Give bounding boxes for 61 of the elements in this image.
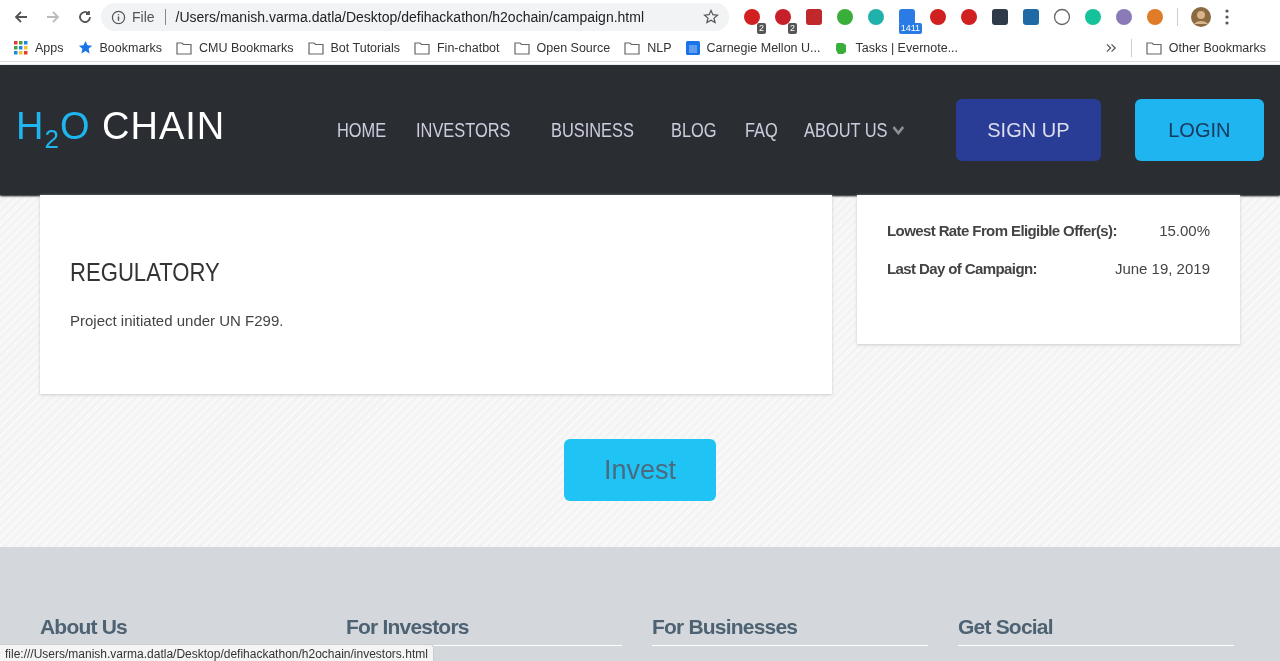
extension-icon[interactable] [1022, 8, 1040, 26]
star-icon[interactable] [703, 9, 719, 25]
menu-icon[interactable] [1224, 8, 1230, 26]
back-icon[interactable] [13, 9, 29, 25]
badge: 2 [757, 23, 766, 34]
bookmark[interactable]: Fin-chatbot [414, 40, 500, 55]
avatar[interactable] [1191, 7, 1211, 27]
extension-icon[interactable] [991, 8, 1009, 26]
nav-link[interactable]: ABOUT US [804, 118, 905, 142]
bookmark[interactable]: Carnegie Mellon U... [685, 40, 821, 55]
info-icon [111, 9, 126, 25]
extension-icon[interactable] [1053, 8, 1071, 26]
folder-icon [176, 40, 193, 55]
bookmark[interactable]: Tasks | Evernote... [834, 40, 959, 55]
sign-up-button[interactable]: SIGN UP [956, 99, 1101, 161]
chevron-icon[interactable] [1105, 42, 1117, 53]
detail-value: 15.00% [1159, 222, 1210, 241]
star-icon [77, 40, 93, 55]
extension-icon[interactable] [929, 8, 947, 26]
nav-link[interactable]: BLOG [670, 118, 717, 142]
footer-heading: Get Social [958, 615, 1054, 639]
folder-icon [624, 40, 641, 55]
extension-icon[interactable] [774, 8, 792, 26]
reload-icon[interactable] [77, 9, 93, 25]
section-heading: REGULATORY [70, 257, 221, 288]
bookmark[interactable]: Apps [14, 40, 64, 55]
calendar-icon [685, 40, 700, 55]
folder-icon [513, 40, 530, 55]
badge: 1411 [898, 23, 922, 34]
bookmark[interactable]: Other Bookmarks [1145, 40, 1266, 55]
bookmark[interactable]: Bot Tutorials [307, 40, 400, 55]
apps-icon [14, 40, 28, 55]
extension-icon[interactable] [805, 8, 823, 26]
detail-label: Lowest Rate From Eligible Offer(s): [887, 222, 1117, 241]
folder-icon [414, 40, 430, 55]
address-bar[interactable]: File /Users/manish.varma.datla/Desktop/defihackathon/h2ochain/campaign.html [101, 3, 729, 31]
caret-icon [892, 125, 905, 135]
nav-link[interactable]: FAQ [745, 118, 779, 142]
section-text: Project initiated under UN F299. [70, 312, 285, 329]
folder-icon [307, 40, 324, 55]
footer-heading: For Businesses [652, 615, 799, 639]
bookmark[interactable]: CMU Bookmarks [176, 40, 294, 55]
bookmark[interactable]: Bookmarks [77, 40, 163, 55]
detail-label: Last Day of Campaign: [887, 260, 1037, 279]
footer-heading: About Us [40, 615, 128, 639]
bookmark[interactable]: Open Source [513, 40, 611, 55]
status-url: file:///Users/manish.varma.datla/Desktop/defihackathon/h2ochain/investors.html [0, 644, 434, 661]
detail-value: June 19, 2019 [1114, 260, 1210, 279]
nav-link[interactable]: INVESTORS [416, 118, 511, 142]
nav-link[interactable]: BUSINESS [550, 118, 634, 142]
url-scheme: File [132, 9, 155, 25]
footer-heading: For Investors [346, 615, 470, 639]
logo[interactable]: H$_{2}$O CHAIN [16, 105, 226, 155]
extension-icon[interactable] [960, 8, 978, 26]
url-text: /Users/manish.varma.datla/Desktop/defihackathon/h2ochain/campaign.html [175, 9, 646, 25]
nav-link[interactable]: HOME [337, 118, 387, 142]
extension-icon[interactable] [743, 8, 761, 26]
login-button[interactable]: LOGIN [1134, 99, 1264, 161]
bookmark[interactable]: NLP [624, 40, 672, 55]
folder-icon [1145, 40, 1162, 55]
badge: 2 [788, 23, 797, 34]
